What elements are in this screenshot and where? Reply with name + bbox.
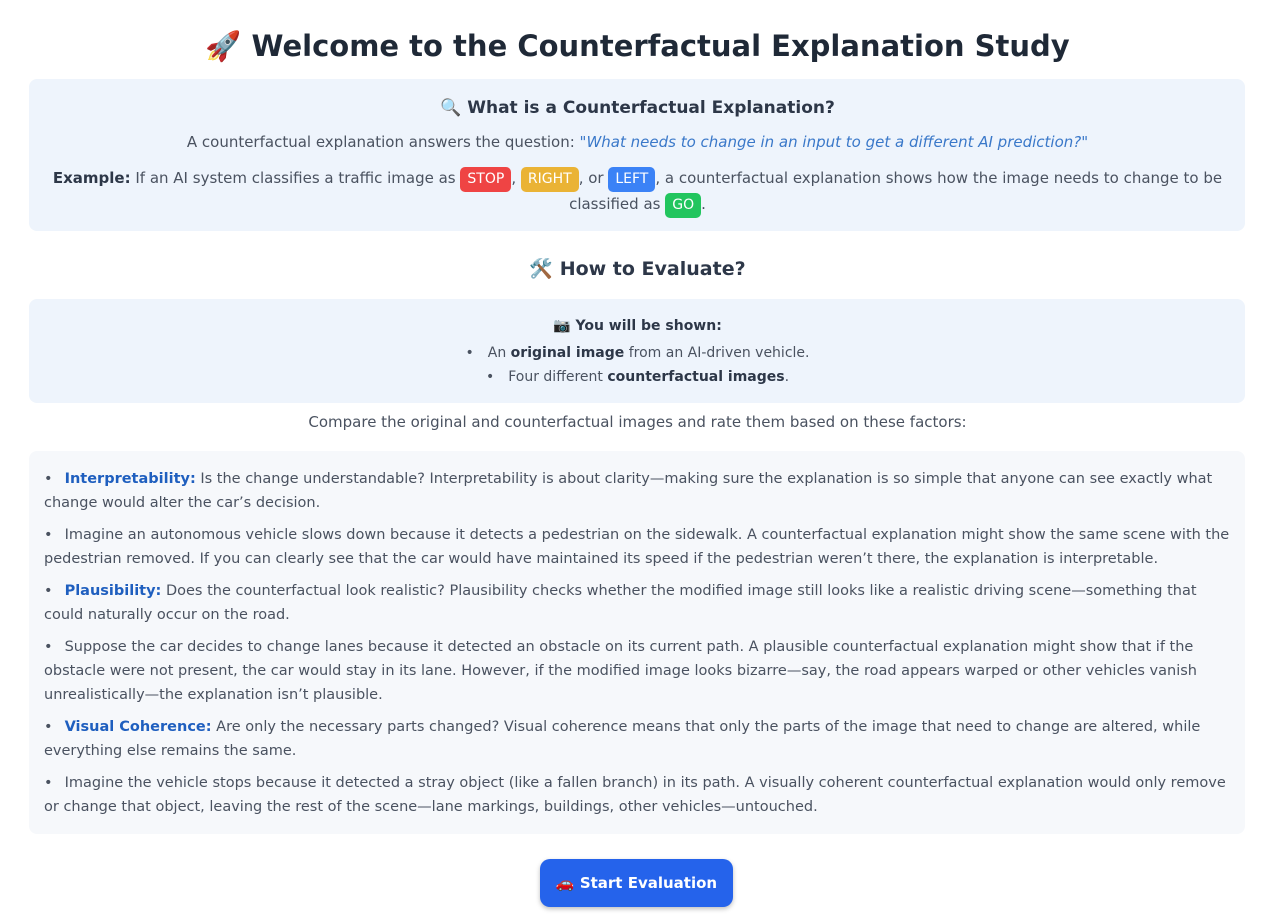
example-text: If an AI system classifies a traffic ima… (135, 169, 456, 187)
example-label: Example: (52, 169, 131, 187)
intro-quote: "What needs to change in an input to get… (579, 133, 1089, 151)
go-tag: GO (665, 193, 702, 218)
car-icon: 🚗 (555, 874, 575, 892)
tools-icon: 🛠️ (529, 258, 554, 280)
magnifier-icon: 🔍 (440, 98, 462, 118)
left-tag: LEFT (608, 167, 656, 192)
period: . (701, 195, 706, 213)
item-bold: original image (510, 345, 625, 361)
button-label: Start Evaluation (579, 874, 718, 892)
item-bold: counterfactual images (607, 369, 785, 385)
interpretability-term: Interpretability: (64, 471, 196, 487)
factor-text: Are only the necessary parts changed? Vi… (44, 719, 1201, 759)
item-text: An (487, 345, 507, 361)
factor-text: Does the counterfactual look realistic? … (44, 583, 1197, 623)
shown-heading-text: You will be shown: (575, 318, 722, 334)
example-text: Imagine an autonomous vehicle slows down… (44, 527, 1230, 567)
stop-tag: STOP (460, 167, 512, 192)
factors-list: Interpretability: Is the change understa… (44, 467, 1234, 827)
how-to-evaluate-heading: 🛠️ How to Evaluate? (0, 257, 1275, 280)
list-item: Four different counterfactual images. (0, 365, 1275, 389)
separator: , or (578, 169, 604, 187)
intro-text: A counterfactual explanation answers the… (186, 133, 575, 151)
example-text: Suppose the car decides to change lanes … (44, 639, 1197, 703)
shown-list: An original image from an AI-driven vehi… (0, 341, 1275, 389)
page-title: 🚀 Welcome to the Counterfactual Explanat… (0, 0, 1275, 66)
counterfactual-heading-text: What is a Counterfactual Explanation? (467, 98, 835, 118)
factor-item: Interpretability: Is the change understa… (44, 467, 1234, 515)
separator: , (511, 169, 517, 187)
plausibility-term: Plausibility: (64, 583, 162, 599)
factor-item: Plausibility: Does the counterfactual lo… (44, 579, 1234, 627)
visual-coherence-term: Visual Coherence: (64, 719, 212, 735)
counterfactual-heading: 🔍 What is a Counterfactual Explanation? (0, 98, 1275, 118)
factor-example: Imagine the vehicle stops because it det… (44, 771, 1234, 819)
welcome-page: 🚀 Welcome to the Counterfactual Explanat… (0, 0, 1275, 907)
factor-item: Visual Coherence: Are only the necessary… (44, 715, 1234, 763)
item-text: Four different (508, 369, 603, 385)
item-text: . (784, 369, 790, 385)
how-heading-text: How to Evaluate? (559, 258, 746, 280)
compare-instructions: Compare the original and counterfactual … (308, 413, 967, 431)
rocket-icon: 🚀 (205, 29, 242, 63)
counterfactual-intro: A counterfactual explanation answers the… (0, 133, 1275, 151)
list-item: An original image from an AI-driven vehi… (0, 341, 1275, 365)
factor-example: Imagine an autonomous vehicle slows down… (44, 523, 1234, 571)
page-title-text: Welcome to the Counterfactual Explanatio… (251, 29, 1070, 63)
shown-heading: 📷 You will be shown: (0, 318, 1275, 334)
start-evaluation-button[interactable]: 🚗 Start Evaluation (540, 859, 733, 907)
factor-example: Suppose the car decides to change lanes … (44, 635, 1234, 707)
camera-icon: 📷 (553, 318, 571, 334)
factor-text: Is the change understandable? Interpreta… (44, 471, 1213, 511)
right-tag: RIGHT (520, 167, 579, 192)
example-text: Imagine the vehicle stops because it det… (44, 775, 1226, 815)
item-text: from an AI-driven vehicle. (628, 345, 810, 361)
counterfactual-example: Example: If an AI system classifies a tr… (40, 166, 1235, 218)
